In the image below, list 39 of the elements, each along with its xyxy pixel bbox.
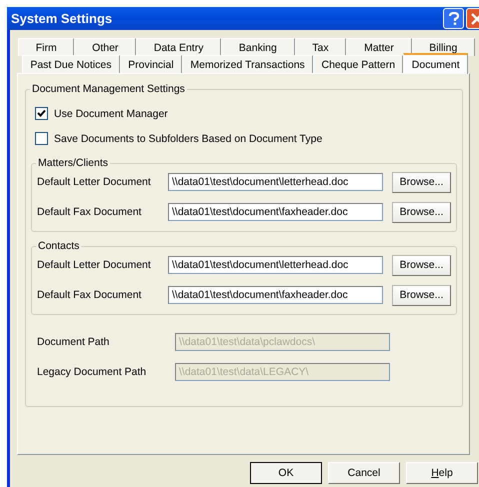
path-field[interactable]: \\data01\test\document\letterhead.doc xyxy=(168,256,383,274)
checkbox[interactable] xyxy=(35,132,48,145)
path-field[interactable]: \\data01\test\document\faxheader.doc xyxy=(168,286,383,304)
group-title: Contacts xyxy=(37,240,80,252)
field-label: Legacy Document Path xyxy=(37,366,148,378)
browse-button[interactable]: Browse... xyxy=(392,284,451,306)
field-label: Default Letter Document xyxy=(37,176,152,188)
field-label: Document Path xyxy=(37,336,110,348)
browse-button[interactable]: Browse... xyxy=(392,172,451,192)
checkbox[interactable] xyxy=(35,107,48,120)
tab[interactable]: Provincial xyxy=(120,55,182,73)
tab[interactable]: Document xyxy=(403,53,468,74)
dialog-button[interactable]: Cancel xyxy=(328,462,400,484)
tab[interactable]: Data Entry xyxy=(136,38,222,56)
dialog-button[interactable]: OK xyxy=(250,462,322,484)
dialog-button[interactable]: Help xyxy=(406,462,478,484)
tab[interactable]: Matter xyxy=(346,38,412,56)
close-icon xyxy=(470,12,479,24)
tab[interactable]: Memorized Transactions xyxy=(182,55,314,73)
browse-button[interactable]: Browse... xyxy=(392,202,451,222)
path-field[interactable]: \\data01\test\document\letterhead.doc xyxy=(168,173,383,191)
tab[interactable]: Past Due Notices xyxy=(22,55,120,73)
group-title: Document Management Settings xyxy=(31,83,186,95)
browse-button[interactable]: Browse... xyxy=(392,254,451,276)
tab[interactable]: Firm xyxy=(18,38,74,56)
window-title: System Settings xyxy=(11,11,114,26)
field-label: Default Letter Document xyxy=(37,259,152,271)
question-mark-icon xyxy=(448,12,460,26)
field-label: Default Fax Document xyxy=(37,289,142,301)
checkbox-label: Save Documents to Subfolders Based on Document Type xyxy=(54,132,322,144)
tab[interactable]: Banking xyxy=(221,38,295,56)
group-title: Matters/Clients xyxy=(37,157,110,169)
path-field[interactable]: \\data01\test\document\faxheader.doc xyxy=(168,203,383,221)
help-button[interactable] xyxy=(443,8,464,29)
field-label: Default Fax Document xyxy=(37,206,142,218)
tab[interactable]: Other xyxy=(74,38,136,56)
tab[interactable]: Cheque Pattern xyxy=(313,55,404,73)
checkbox-label: Use Document Manager xyxy=(54,108,168,120)
tab[interactable]: Tax xyxy=(294,38,346,56)
